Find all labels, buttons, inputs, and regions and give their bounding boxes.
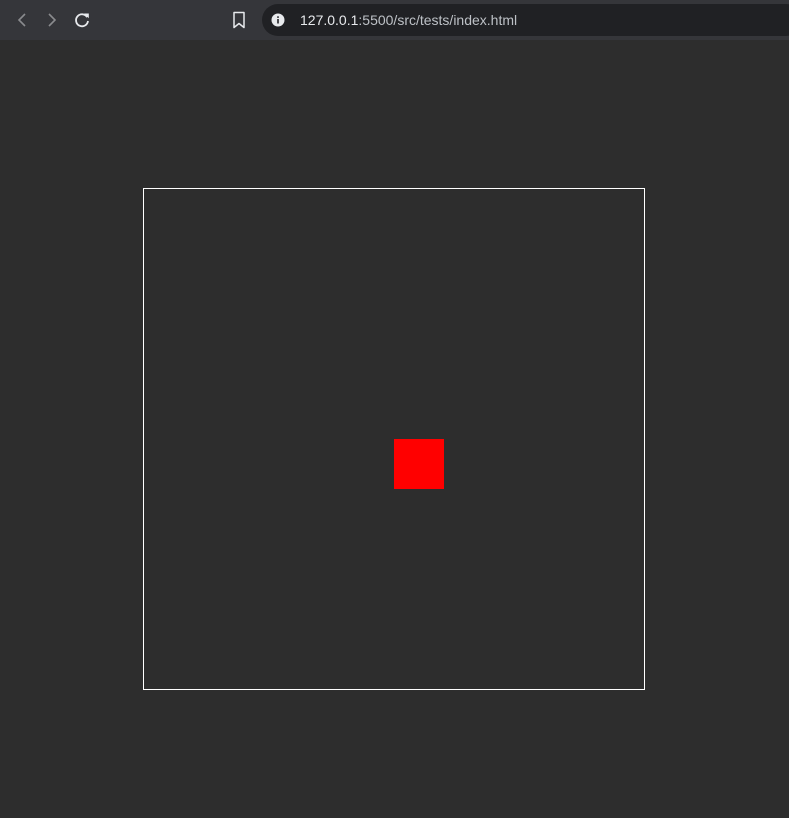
- back-button[interactable]: [10, 8, 34, 32]
- chevron-left-icon: [17, 13, 26, 27]
- bookmark-button[interactable]: [227, 8, 251, 32]
- reload-icon: [75, 13, 89, 28]
- address-bar[interactable]: 127.0.0.1:5500/src/tests/index.html: [262, 4, 789, 36]
- canvas-stage: [143, 188, 645, 690]
- forward-button[interactable]: [40, 8, 64, 32]
- red-square: [394, 439, 444, 489]
- bookmark-icon: [233, 11, 245, 29]
- reload-button[interactable]: [70, 8, 94, 32]
- url-path: :5500/src/tests/index.html: [358, 12, 518, 28]
- url-text[interactable]: 127.0.0.1:5500/src/tests/index.html: [300, 4, 517, 36]
- info-icon[interactable]: [271, 13, 285, 27]
- chevron-right-icon: [48, 13, 57, 27]
- browser-toolbar: 127.0.0.1:5500/src/tests/index.html: [0, 0, 789, 40]
- url-host: 127.0.0.1: [300, 12, 359, 28]
